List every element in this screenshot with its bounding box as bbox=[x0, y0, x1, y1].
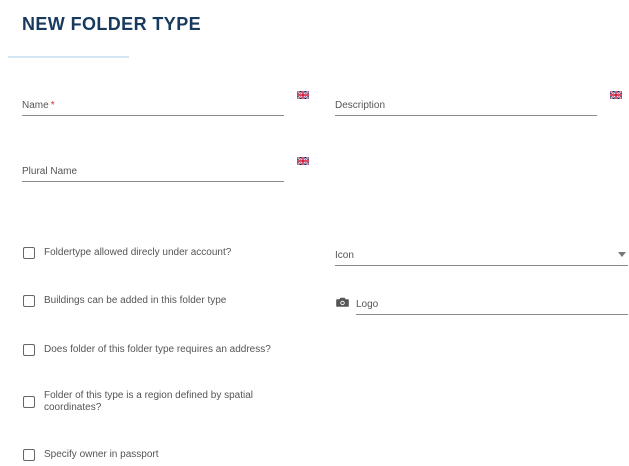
icon-select-label: Icon bbox=[335, 250, 354, 261]
checkbox-label: Specify owner in passport bbox=[44, 449, 159, 460]
uk-flag-icon[interactable] bbox=[610, 91, 622, 99]
checkbox[interactable] bbox=[23, 396, 35, 408]
plural-name-label: Plural Name bbox=[22, 166, 78, 177]
description-field[interactable]: Description bbox=[335, 95, 597, 116]
chevron-down-icon[interactable] bbox=[618, 252, 626, 257]
checkbox-label: Does folder of this folder type requires… bbox=[44, 344, 271, 355]
checkbox-label: Folder of this type is a region defined … bbox=[44, 390, 254, 413]
logo-upload-field[interactable]: Logo bbox=[356, 294, 628, 315]
logo-label: Logo bbox=[356, 299, 379, 310]
new-folder-type-page: NEW FOLDER TYPE Name * Description Plural… bbox=[0, 0, 629, 466]
uk-flag-icon[interactable] bbox=[297, 91, 309, 99]
checkbox-label: Buildings can be added in this folder ty… bbox=[44, 295, 227, 306]
checkbox-specify-owner[interactable]: Specify owner in passport bbox=[23, 449, 159, 461]
checkbox[interactable] bbox=[23, 247, 35, 259]
title-underline bbox=[8, 56, 129, 58]
checkbox-allowed-under-account[interactable]: Foldertype allowed direcly under account… bbox=[23, 247, 231, 259]
checkbox-requires-address[interactable]: Does folder of this folder type requires… bbox=[23, 344, 271, 356]
checkbox-label: Foldertype allowed direcly under account… bbox=[44, 247, 232, 258]
checkbox[interactable] bbox=[23, 295, 35, 307]
name-label: Name * bbox=[22, 100, 55, 111]
checkbox[interactable] bbox=[23, 449, 35, 461]
checkbox-region-spatial[interactable]: Folder of this type is a region defined … bbox=[23, 390, 284, 414]
description-label: Description bbox=[335, 100, 386, 111]
uk-flag-icon[interactable] bbox=[297, 157, 309, 165]
page-title: NEW FOLDER TYPE bbox=[22, 14, 202, 34]
icon-select[interactable]: Icon bbox=[335, 245, 628, 266]
checkbox-buildings-can-be-added[interactable]: Buildings can be added in this folder ty… bbox=[23, 295, 226, 307]
required-marker: * bbox=[50, 100, 55, 111]
plural-name-field[interactable]: Plural Name bbox=[22, 161, 284, 182]
camera-icon[interactable] bbox=[336, 297, 349, 307]
name-field[interactable]: Name * bbox=[22, 95, 284, 116]
checkbox[interactable] bbox=[23, 344, 35, 356]
